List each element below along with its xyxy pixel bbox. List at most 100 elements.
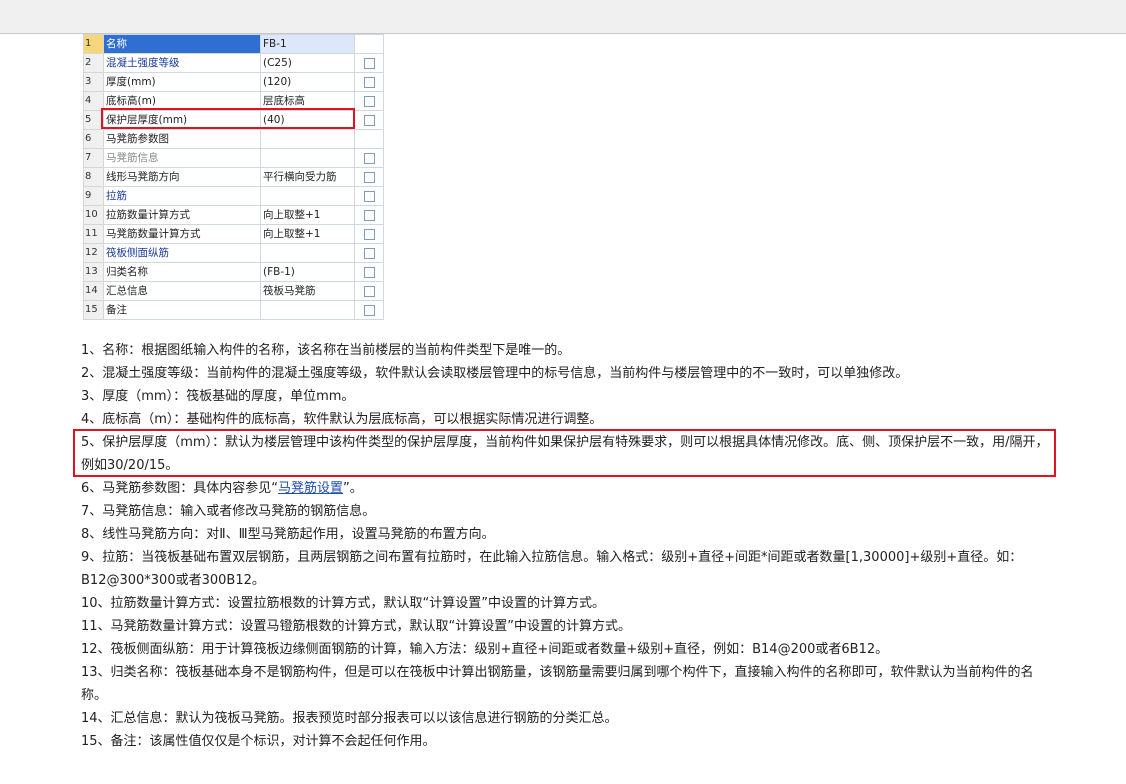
checkbox-cell [354,262,384,282]
property-table: 1 名称 FB-1 2 混凝土强度等级 (C25) 3 厚度(mm) (120) 4 底标高(m) 层… [83,34,384,320]
desc-line-5: 5、保护层厚度（mm）：默认为楼层管理中该构件类型的保护层厚度，当前构件如果保护… [81,435,1049,473]
property-value-cell[interactable]: 向上取整+1 [260,205,355,225]
row-number: 11 [83,224,104,244]
property-value-cell[interactable]: (120) [260,72,355,92]
row-number: 8 [83,167,104,187]
row-number: 4 [83,91,104,111]
row-number: 5 [83,110,104,130]
property-value-cell[interactable]: (40) [260,110,355,130]
desc-line-3: 3、厚度（mm）：筏板基础的厚度，单位mm。 [81,389,355,404]
property-value-cell[interactable]: 筏板马凳筋 [260,281,355,301]
desc-line-10: 10、拉筋数量计算方式：设置拉筋根数的计算方式，默认取“计算设置”中设置的计算方… [81,596,606,611]
row-number: 1 [83,34,104,54]
table-row[interactable]: 15 备注 [83,300,384,320]
checkbox-cell [354,110,384,130]
table-row[interactable]: 5 保护层厚度(mm) (40) [83,110,384,130]
attach-checkbox[interactable] [363,95,375,107]
attach-checkbox[interactable] [363,190,375,202]
property-value-cell[interactable]: (C25) [260,53,355,73]
row-number: 10 [83,205,104,225]
attach-checkbox[interactable] [363,247,375,259]
property-value-cell[interactable] [260,186,355,206]
row-number: 12 [83,243,104,263]
property-value-cell[interactable] [260,243,355,263]
property-value-cell[interactable] [260,148,355,168]
desc-line-6: 6、马凳筋参数图：具体内容参见“马凳筋设置”。 [81,477,1056,500]
table-row[interactable]: 10 拉筋数量计算方式 向上取整+1 [83,205,384,225]
property-value-cell[interactable]: (FB-1) [260,262,355,282]
property-name-cell: 拉筋数量计算方式 [103,205,261,225]
desc-line-6-after: ”。 [343,481,363,496]
property-value-cell[interactable]: FB-1 [260,34,355,54]
table-row[interactable]: 12 筏板侧面纵筋 [83,243,384,263]
attach-checkbox[interactable] [363,266,375,278]
checkbox-cell [354,167,384,187]
desc-line-2: 2、混凝土强度等级：当前构件的混凝土强度等级，软件默认会读取楼层管理中的标号信息… [81,366,909,381]
row-number: 9 [83,186,104,206]
property-name-cell: 马凳筋参数图 [103,129,261,149]
property-name-cell: 备注 [103,300,261,320]
desc-line-1: 1、名称：根据图纸输入构件的名称，该名称在当前楼层的当前构件类型下是唯一的。 [81,343,571,358]
table-row[interactable]: 2 混凝土强度等级 (C25) [83,53,384,73]
desc-line-7: 7、马凳筋信息：输入或者修改马凳筋的钢筋信息。 [81,504,376,519]
table-row[interactable]: 8 线形马凳筋方向 平行横向受力筋 [83,167,384,187]
attach-checkbox[interactable] [363,114,375,126]
property-value-cell[interactable] [260,129,355,149]
table-row[interactable]: 11 马凳筋数量计算方式 向上取整+1 [83,224,384,244]
row-number: 2 [83,53,104,73]
table-row[interactable]: 4 底标高(m) 层底标高 [83,91,384,111]
row-number: 14 [83,281,104,301]
desc-line-8: 8、线性马凳筋方向：对Ⅱ、Ⅲ型马凳筋起作用，设置马凳筋的布置方向。 [81,527,495,542]
checkbox-cell [354,129,384,149]
table-row[interactable]: 1 名称 FB-1 [83,34,384,54]
window-top-bar [0,0,1126,34]
row-number: 15 [83,300,104,320]
desc-line-6-before: 6、马凳筋参数图：具体内容参见“ [81,481,279,496]
table-row[interactable]: 14 汇总信息 筏板马凳筋 [83,281,384,301]
attach-checkbox[interactable] [363,171,375,183]
attach-checkbox[interactable] [363,209,375,221]
checkbox-cell [354,243,384,263]
attach-checkbox[interactable] [363,228,375,240]
checkbox-cell [354,186,384,206]
attach-checkbox[interactable] [363,152,375,164]
attach-checkbox[interactable] [363,76,375,88]
property-name-cell: 厚度(mm) [103,72,261,92]
desc-line-15: 15、备注：该属性值仅仅是个标识，对计算不会起任何作用。 [81,734,436,749]
property-name-cell: 马凳筋数量计算方式 [103,224,261,244]
property-name-cell: 保护层厚度(mm) [103,110,261,130]
attach-checkbox[interactable] [363,304,375,316]
ma-deng-jin-settings-link[interactable]: 马凳筋设置 [278,481,343,496]
desc-line-13: 13、归类名称：筏板基础本身不是钢筋构件，但是可以在筏板中计算出钢筋量，该钢筋量… [81,665,1034,703]
desc-line-11: 11、马凳筋数量计算方式：设置马镫筋根数的计算方式，默认取“计算设置”中设置的计… [81,619,632,634]
desc-line-12: 12、筏板侧面纵筋：用于计算筏板边缘侧面钢筋的计算，输入方法：级别+直径+间距或… [81,642,889,657]
property-value-cell[interactable]: 平行横向受力筋 [260,167,355,187]
checkbox-cell [354,53,384,73]
checkbox-cell [354,281,384,301]
attach-checkbox[interactable] [363,285,375,297]
property-value-cell[interactable] [260,300,355,320]
row-number: 3 [83,72,104,92]
row-number: 6 [83,129,104,149]
table-row[interactable]: 7 马凳筋信息 [83,148,384,168]
table-row[interactable]: 3 厚度(mm) (120) [83,72,384,92]
property-value-cell[interactable]: 向上取整+1 [260,224,355,244]
checkbox-cell [354,34,384,54]
attach-checkbox[interactable] [363,57,375,69]
property-name-cell: 拉筋 [103,186,261,206]
table-row[interactable]: 9 拉筋 [83,186,384,206]
checkbox-cell [354,224,384,244]
property-name-cell: 线形马凳筋方向 [103,167,261,187]
table-row[interactable]: 13 归类名称 (FB-1) [83,262,384,282]
property-name-cell: 底标高(m) [103,91,261,111]
property-name-cell: 混凝土强度等级 [103,53,261,73]
checkbox-cell [354,300,384,320]
property-value-cell[interactable]: 层底标高 [260,91,355,111]
checkbox-cell [354,148,384,168]
property-name-cell: 汇总信息 [103,281,261,301]
desc-line-9: 9、拉筋：当筏板基础布置双层钢筋，且两层钢筋之间布置有拉筋时，在此输入拉筋信息。… [81,550,1023,588]
property-name-cell: 马凳筋信息 [103,148,261,168]
desc-line-14: 14、汇总信息：默认为筏板马凳筋。报表预览时部分报表可以以该信息进行钢筋的分类汇… [81,711,618,726]
row-number: 7 [83,148,104,168]
table-row[interactable]: 6 马凳筋参数图 [83,129,384,149]
